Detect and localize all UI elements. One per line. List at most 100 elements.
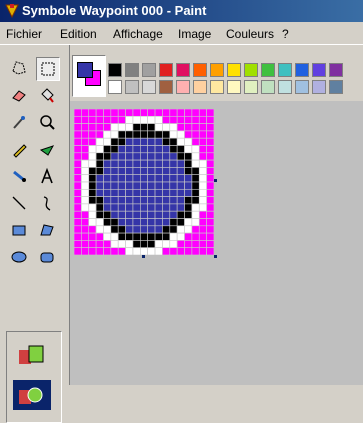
canvas-pixel[interactable] — [103, 232, 112, 241]
canvas-pixel[interactable] — [132, 152, 141, 161]
canvas-pixel[interactable] — [162, 196, 171, 205]
canvas-pixel[interactable] — [184, 196, 193, 205]
canvas-pixel[interactable] — [206, 196, 214, 205]
canvas-pixel[interactable] — [176, 188, 185, 197]
canvas-pixel[interactable] — [198, 159, 207, 168]
canvas-pixel[interactable] — [140, 210, 148, 219]
canvas-pixel[interactable] — [110, 145, 119, 154]
canvas-pixel[interactable] — [147, 232, 156, 241]
canvas-pixel[interactable] — [132, 218, 141, 227]
canvas-pixel[interactable] — [176, 232, 185, 241]
canvas-pixel[interactable] — [140, 152, 148, 161]
palette-color-swatch[interactable] — [227, 63, 241, 77]
canvas-pixel[interactable] — [88, 152, 97, 161]
canvas-pixel[interactable] — [169, 240, 178, 249]
canvas-pixel[interactable] — [198, 232, 207, 241]
canvas-pixel[interactable] — [162, 247, 171, 255]
canvas-pixel[interactable] — [110, 210, 119, 219]
canvas-pixel[interactable] — [88, 232, 97, 241]
canvas-pixel[interactable] — [117, 174, 126, 183]
canvas-pixel[interactable] — [176, 196, 185, 205]
canvas-pixel[interactable] — [154, 174, 163, 183]
canvas-pixel[interactable] — [154, 152, 163, 161]
canvas-pixel[interactable] — [132, 123, 141, 132]
canvas-pixel[interactable] — [140, 115, 148, 124]
canvas-pixel[interactable] — [103, 123, 112, 132]
canvas-pixel[interactable] — [117, 196, 126, 205]
canvas-area[interactable] — [70, 101, 363, 385]
canvas-pixel[interactable] — [198, 188, 207, 197]
palette-color-swatch[interactable] — [193, 80, 207, 94]
canvas-pixel[interactable] — [117, 225, 126, 234]
menu-edition[interactable]: Edition — [60, 27, 97, 41]
canvas-pixel[interactable] — [176, 159, 185, 168]
canvas-pixel[interactable] — [184, 123, 193, 132]
canvas-pixel[interactable] — [125, 123, 134, 132]
canvas-pixel[interactable] — [95, 188, 104, 197]
canvas-pixel[interactable] — [184, 247, 193, 255]
canvas-pixel[interactable] — [184, 174, 193, 183]
canvas-pixel[interactable] — [81, 137, 90, 146]
canvas-pixel[interactable] — [147, 145, 156, 154]
canvas-pixel[interactable] — [169, 159, 178, 168]
canvas-pixel[interactable] — [95, 218, 104, 227]
canvas-pixel[interactable] — [110, 203, 119, 212]
canvas-pixel[interactable] — [162, 152, 171, 161]
palette-color-swatch[interactable] — [176, 80, 190, 94]
palette-color-swatch[interactable] — [176, 63, 190, 77]
canvas-pixel[interactable] — [88, 240, 97, 249]
canvas-pixel[interactable] — [103, 109, 112, 117]
canvas-pixel[interactable] — [88, 210, 97, 219]
canvas-pixel[interactable] — [74, 181, 82, 190]
canvas-pixel[interactable] — [125, 152, 134, 161]
canvas-pixel[interactable] — [162, 174, 171, 183]
canvas-pixel[interactable] — [184, 167, 193, 176]
canvas-pixel[interactable] — [184, 115, 193, 124]
canvas-pixel[interactable] — [117, 123, 126, 132]
canvas-pixel[interactable] — [198, 218, 207, 227]
canvas-pixel[interactable] — [81, 152, 90, 161]
canvas-pixel[interactable] — [154, 196, 163, 205]
canvas-pixel[interactable] — [95, 240, 104, 249]
palette-color-swatch[interactable] — [261, 80, 275, 94]
canvas-pixel[interactable] — [125, 225, 134, 234]
canvas-pixel[interactable] — [154, 203, 163, 212]
canvas-pixel[interactable] — [198, 145, 207, 154]
canvas-pixel[interactable] — [147, 174, 156, 183]
canvas-pixel[interactable] — [81, 109, 90, 117]
canvas-pixel[interactable] — [103, 152, 112, 161]
palette-color-swatch[interactable] — [142, 80, 156, 94]
canvas-pixel[interactable] — [74, 130, 82, 139]
rounded-rect-tool[interactable] — [36, 246, 58, 268]
canvas-pixel[interactable] — [74, 167, 82, 176]
palette-color-swatch[interactable] — [312, 80, 326, 94]
canvas-pixel[interactable] — [117, 210, 126, 219]
canvas-pixel[interactable] — [74, 159, 82, 168]
canvas-pixel[interactable] — [81, 145, 90, 154]
canvas-pixel[interactable] — [117, 159, 126, 168]
palette-color-swatch[interactable] — [125, 63, 139, 77]
canvas-pixel[interactable] — [206, 240, 214, 249]
canvas-pixel[interactable] — [81, 203, 90, 212]
canvas-pixel[interactable] — [198, 152, 207, 161]
canvas-pixel[interactable] — [176, 115, 185, 124]
canvas-pixel[interactable] — [117, 152, 126, 161]
canvas-pixel[interactable] — [95, 123, 104, 132]
canvas-pixel[interactable] — [132, 247, 141, 255]
canvas-pixel[interactable] — [103, 210, 112, 219]
canvas-pixel[interactable] — [169, 210, 178, 219]
polygon-tool[interactable] — [36, 219, 58, 241]
canvas-pixel[interactable] — [74, 218, 82, 227]
current-colors[interactable] — [72, 55, 106, 97]
canvas-pixel[interactable] — [147, 130, 156, 139]
canvas-pixel[interactable] — [125, 115, 134, 124]
canvas-pixel[interactable] — [125, 145, 134, 154]
canvas-pixel[interactable] — [206, 123, 214, 132]
canvas-pixel[interactable] — [125, 247, 134, 255]
canvas-pixel[interactable] — [154, 232, 163, 241]
canvas-pixel[interactable] — [176, 167, 185, 176]
canvas-pixel[interactable] — [140, 130, 148, 139]
canvas-pixel[interactable] — [191, 109, 200, 117]
canvas-pixel[interactable] — [81, 225, 90, 234]
rect-select-tool[interactable] — [36, 57, 60, 81]
